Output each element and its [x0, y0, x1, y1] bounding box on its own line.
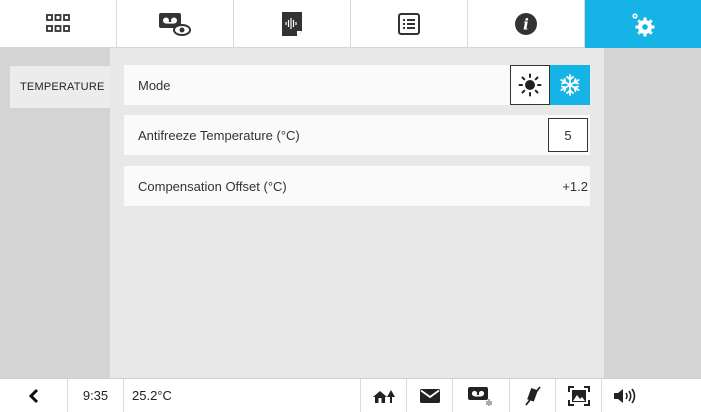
- main-area: TEMPERATURE Mode Antifreeze Temperature …: [0, 48, 701, 378]
- right-column: [604, 48, 701, 378]
- offset-row[interactable]: Compensation Offset (°C) +1.2: [124, 166, 590, 206]
- volume-button[interactable]: [602, 379, 648, 412]
- sidebar: TEMPERATURE: [0, 48, 110, 378]
- tab-audio[interactable]: [234, 0, 351, 48]
- tab-video-messages[interactable]: [117, 0, 234, 48]
- mute-icon: [524, 385, 541, 406]
- settings-gear-icon: [632, 13, 655, 37]
- mute-button[interactable]: [510, 378, 556, 412]
- home-tree-icon: [372, 389, 395, 403]
- sidebar-item-label: TEMPERATURE: [20, 81, 105, 93]
- offset-value: +1.2: [562, 178, 588, 194]
- summer-mode-button[interactable]: [510, 65, 550, 105]
- mode-label: Mode: [138, 77, 171, 93]
- capture-button[interactable]: [556, 378, 602, 412]
- video-watch-icon: [159, 13, 191, 36]
- sidebar-item-temperature[interactable]: TEMPERATURE: [10, 66, 110, 108]
- antifreeze-row: Antifreeze Temperature (°C) 5: [124, 115, 590, 155]
- top-tab-bar: i: [0, 0, 701, 48]
- home-button[interactable]: [361, 378, 407, 412]
- winter-mode-button[interactable]: [550, 65, 590, 105]
- mode-toggle: [510, 65, 590, 105]
- list-icon: [398, 13, 420, 35]
- back-button[interactable]: [0, 378, 68, 412]
- volume-icon: [614, 388, 636, 403]
- voicemail-icon: [468, 386, 492, 406]
- bottom-status-bar: 9:35 25.2°C: [0, 378, 701, 412]
- svg-text:i: i: [523, 16, 529, 34]
- tab-info[interactable]: i: [468, 0, 585, 48]
- info-icon: i: [515, 13, 537, 35]
- back-arrow-icon: [28, 388, 38, 403]
- current-temperature: 25.2°C: [124, 378, 361, 412]
- tab-apps[interactable]: [0, 0, 117, 48]
- offset-label: Compensation Offset (°C): [138, 178, 287, 194]
- messages-button[interactable]: [407, 378, 453, 412]
- audio-file-icon: [282, 12, 302, 36]
- sun-icon: [518, 73, 542, 97]
- mode-row: Mode: [124, 65, 590, 105]
- settings-panel: Mode Antifreeze Temperature (°C) 5 Compe…: [110, 48, 604, 378]
- mail-icon: [419, 388, 440, 403]
- grid-icon: [46, 14, 70, 32]
- voicemail-button[interactable]: [453, 378, 510, 412]
- snowflake-icon: [560, 74, 580, 96]
- tab-list[interactable]: [351, 0, 468, 48]
- frame-capture-icon: [567, 385, 590, 406]
- antifreeze-value-field[interactable]: 5: [548, 118, 588, 152]
- antifreeze-label: Antifreeze Temperature (°C): [138, 127, 300, 143]
- clock: 9:35: [68, 378, 124, 412]
- tab-settings[interactable]: [585, 0, 701, 48]
